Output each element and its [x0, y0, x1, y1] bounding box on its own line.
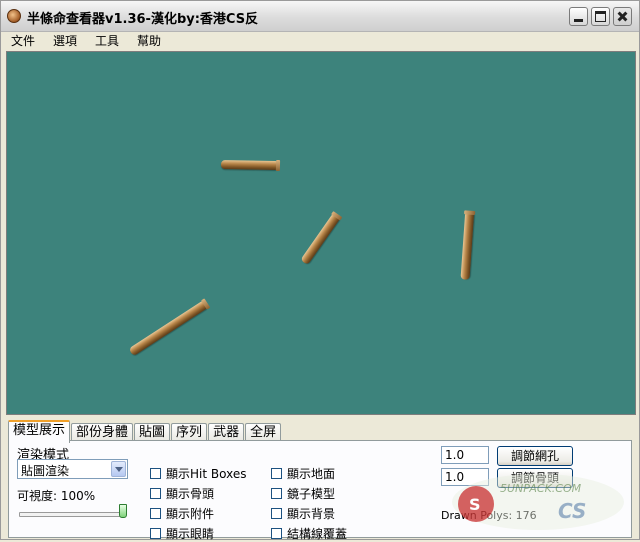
- checkbox-box[interactable]: [150, 508, 161, 519]
- checkbox-box[interactable]: [150, 468, 161, 479]
- menu-file[interactable]: 文件: [1, 31, 43, 50]
- render-mode-value: 貼圖渲染: [21, 464, 70, 478]
- checkbox-box[interactable]: [271, 468, 282, 479]
- show-bones-label: 顯示骨頭: [166, 487, 215, 501]
- bullet-casing-model: [128, 300, 208, 357]
- site-watermark-logo: S 5UNPACK.COM CS: [452, 474, 624, 530]
- grid-size-input[interactable]: 1.0: [441, 446, 489, 464]
- menu-options[interactable]: 選項: [43, 31, 85, 50]
- wireframe-overlay-label: 結構線覆蓋: [287, 527, 348, 541]
- tab-strip: 模型展示 部份身體 貼圖 序列 武器 全屏: [8, 420, 282, 443]
- menu-help[interactable]: 幫助: [127, 31, 169, 50]
- maximize-icon: [595, 11, 606, 22]
- adjust-grid-button[interactable]: 調節網孔: [497, 446, 573, 466]
- model-viewport[interactable]: [6, 51, 636, 415]
- menu-tools[interactable]: 工具: [85, 31, 127, 50]
- app-icon[interactable]: [7, 9, 21, 23]
- checkbox-box[interactable]: [271, 508, 282, 519]
- show-ground-checkbox[interactable]: 顯示地面: [271, 465, 335, 482]
- mirror-model-checkbox[interactable]: 鏡子模型: [271, 485, 335, 502]
- watermark-text-cs: CS: [558, 499, 586, 523]
- show-eyes-checkbox[interactable]: 顯示眼睛: [150, 525, 214, 542]
- show-hitboxes-label: 顯示Hit Boxes: [166, 467, 247, 481]
- visibility-slider-thumb[interactable]: [119, 504, 127, 518]
- title-bar[interactable]: 半條命查看器v1.36-漢化by:香港CS反: [1, 1, 639, 32]
- show-hitboxes-checkbox[interactable]: 顯示Hit Boxes: [150, 465, 246, 482]
- show-bones-checkbox[interactable]: 顯示骨頭: [150, 485, 214, 502]
- close-button[interactable]: [613, 7, 632, 26]
- bullet-casing-model: [220, 160, 278, 170]
- checkbox-box[interactable]: [150, 488, 161, 499]
- bullet-casing-model: [300, 214, 340, 266]
- bullet-casing-model: [460, 213, 475, 280]
- tab-model-display[interactable]: 模型展示: [8, 420, 71, 443]
- maximize-button[interactable]: [591, 7, 610, 26]
- show-background-checkbox[interactable]: 顯示背景: [271, 505, 335, 522]
- minimize-icon: [574, 19, 583, 22]
- chevron-down-icon[interactable]: [111, 461, 126, 477]
- visibility-label: 可視度: 100%: [17, 489, 96, 503]
- visibility-slider[interactable]: [19, 512, 125, 517]
- checkbox-box[interactable]: [271, 488, 282, 499]
- minimize-button[interactable]: [569, 7, 588, 26]
- close-icon: [614, 8, 631, 25]
- menu-bar: 文件 選項 工具 幫助: [1, 31, 639, 50]
- svg-text:S: S: [469, 495, 481, 514]
- main-window: 半條命查看器v1.36-漢化by:香港CS反 文件 選項 工具 幫助 模型展示 …: [0, 0, 640, 542]
- watermark-text-url: 5UNPACK.COM: [500, 482, 582, 495]
- wireframe-overlay-checkbox[interactable]: 結構線覆蓋: [271, 525, 347, 542]
- checkbox-box[interactable]: [271, 528, 282, 539]
- checkbox-box[interactable]: [150, 528, 161, 539]
- show-eyes-label: 顯示眼睛: [166, 527, 215, 541]
- mirror-model-label: 鏡子模型: [287, 487, 336, 501]
- render-mode-select[interactable]: 貼圖渲染: [17, 459, 128, 479]
- show-background-label: 顯示背景: [287, 507, 336, 521]
- show-attachments-checkbox[interactable]: 顯示附件: [150, 505, 214, 522]
- show-ground-label: 顯示地面: [287, 467, 336, 481]
- window-title: 半條命查看器v1.36-漢化by:香港CS反: [27, 12, 259, 27]
- show-attachments-label: 顯示附件: [166, 507, 215, 521]
